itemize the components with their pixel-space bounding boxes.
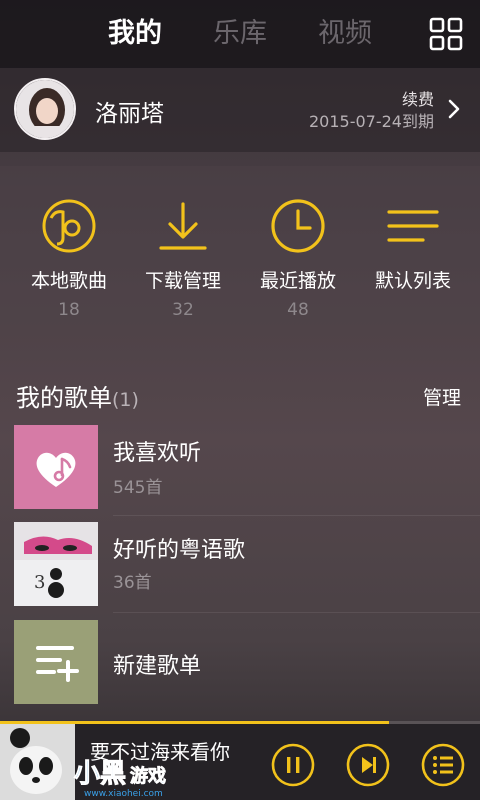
playlist-title: 新建歌单 [113,654,202,679]
quick-item-local-music[interactable]: 本地歌曲 18 [9,166,129,346]
heart-music-icon [14,425,98,509]
playlist-title: 好听的粤语歌 [113,538,246,563]
playlist-item-cantonese[interactable]: 3 好听的粤语歌 36首 [0,522,480,618]
list-icon [387,210,439,242]
playlists-count: (1) [112,389,139,411]
album-cover: 3 [14,522,98,606]
username: 洛丽塔 [95,101,164,127]
download-icon [159,202,207,250]
svg-text:3: 3 [34,572,45,593]
playlist-title: 我喜欢听 [113,441,202,466]
mini-player: 要不过海来看你 小黑 游戏 www.xiaohei.com [0,724,480,800]
manage-button[interactable]: 管理 [423,383,461,410]
quick-label: 本地歌曲 [30,270,107,292]
svg-text:www.xiaohei.com: www.xiaohei.com [84,789,163,799]
expire-date: 2015-07-24到期 [309,112,434,131]
pause-button[interactable] [271,743,315,787]
quick-item-default-list[interactable]: 默认列表 [353,166,473,346]
grid-menu-icon[interactable] [429,17,463,51]
playlist-item-new[interactable]: 新建歌单 [0,620,480,716]
playlists-title: 我的歌单(1) [16,378,139,413]
renew-link[interactable]: 续费 [402,86,434,110]
svg-text:小黑: 小黑 [74,759,126,789]
tab-video[interactable]: 视频 [318,14,372,54]
quick-item-recent[interactable]: 最近播放 48 [238,166,358,346]
top-tab-bar: 我的 乐库 视频 [0,0,480,68]
playlists-title-text: 我的歌单 [16,384,112,412]
tab-library[interactable]: 乐库 [213,14,267,54]
quick-count: 18 [58,300,80,320]
quick-label: 下载管理 [144,270,221,292]
divider [113,515,480,516]
chevron-right-icon[interactable] [447,98,461,120]
quick-item-download[interactable]: 下载管理 32 [123,166,243,346]
divider [113,612,480,613]
playlist-count: 545首 [113,478,163,498]
local-music-icon [42,199,96,253]
avatar-image [16,80,74,138]
quick-label: 默认列表 [374,270,451,292]
quick-count: 48 [287,300,309,320]
add-playlist-icon [14,620,98,704]
playlist-item-favorites[interactable]: 我喜欢听 545首 [0,425,480,521]
svg-text:游戏: 游戏 [130,765,166,787]
xiaohei-watermark-logo: 小黑 游戏 www.xiaohei.com [74,759,167,800]
quick-access-grid: 本地歌曲 18 下载管理 32 最近播放 48 默认列表 [0,166,480,346]
clock-icon [271,199,325,253]
quick-count: 32 [172,300,194,320]
quick-label: 最近播放 [259,270,336,292]
tab-mine[interactable]: 我的 [108,14,162,54]
avatar[interactable] [14,78,76,140]
next-button[interactable] [346,743,390,787]
playlist-count: 36首 [113,573,152,593]
playlist-queue-button[interactable] [421,743,465,787]
profile-card[interactable]: 洛丽塔 续费 2015-07-24到期 [0,68,480,152]
